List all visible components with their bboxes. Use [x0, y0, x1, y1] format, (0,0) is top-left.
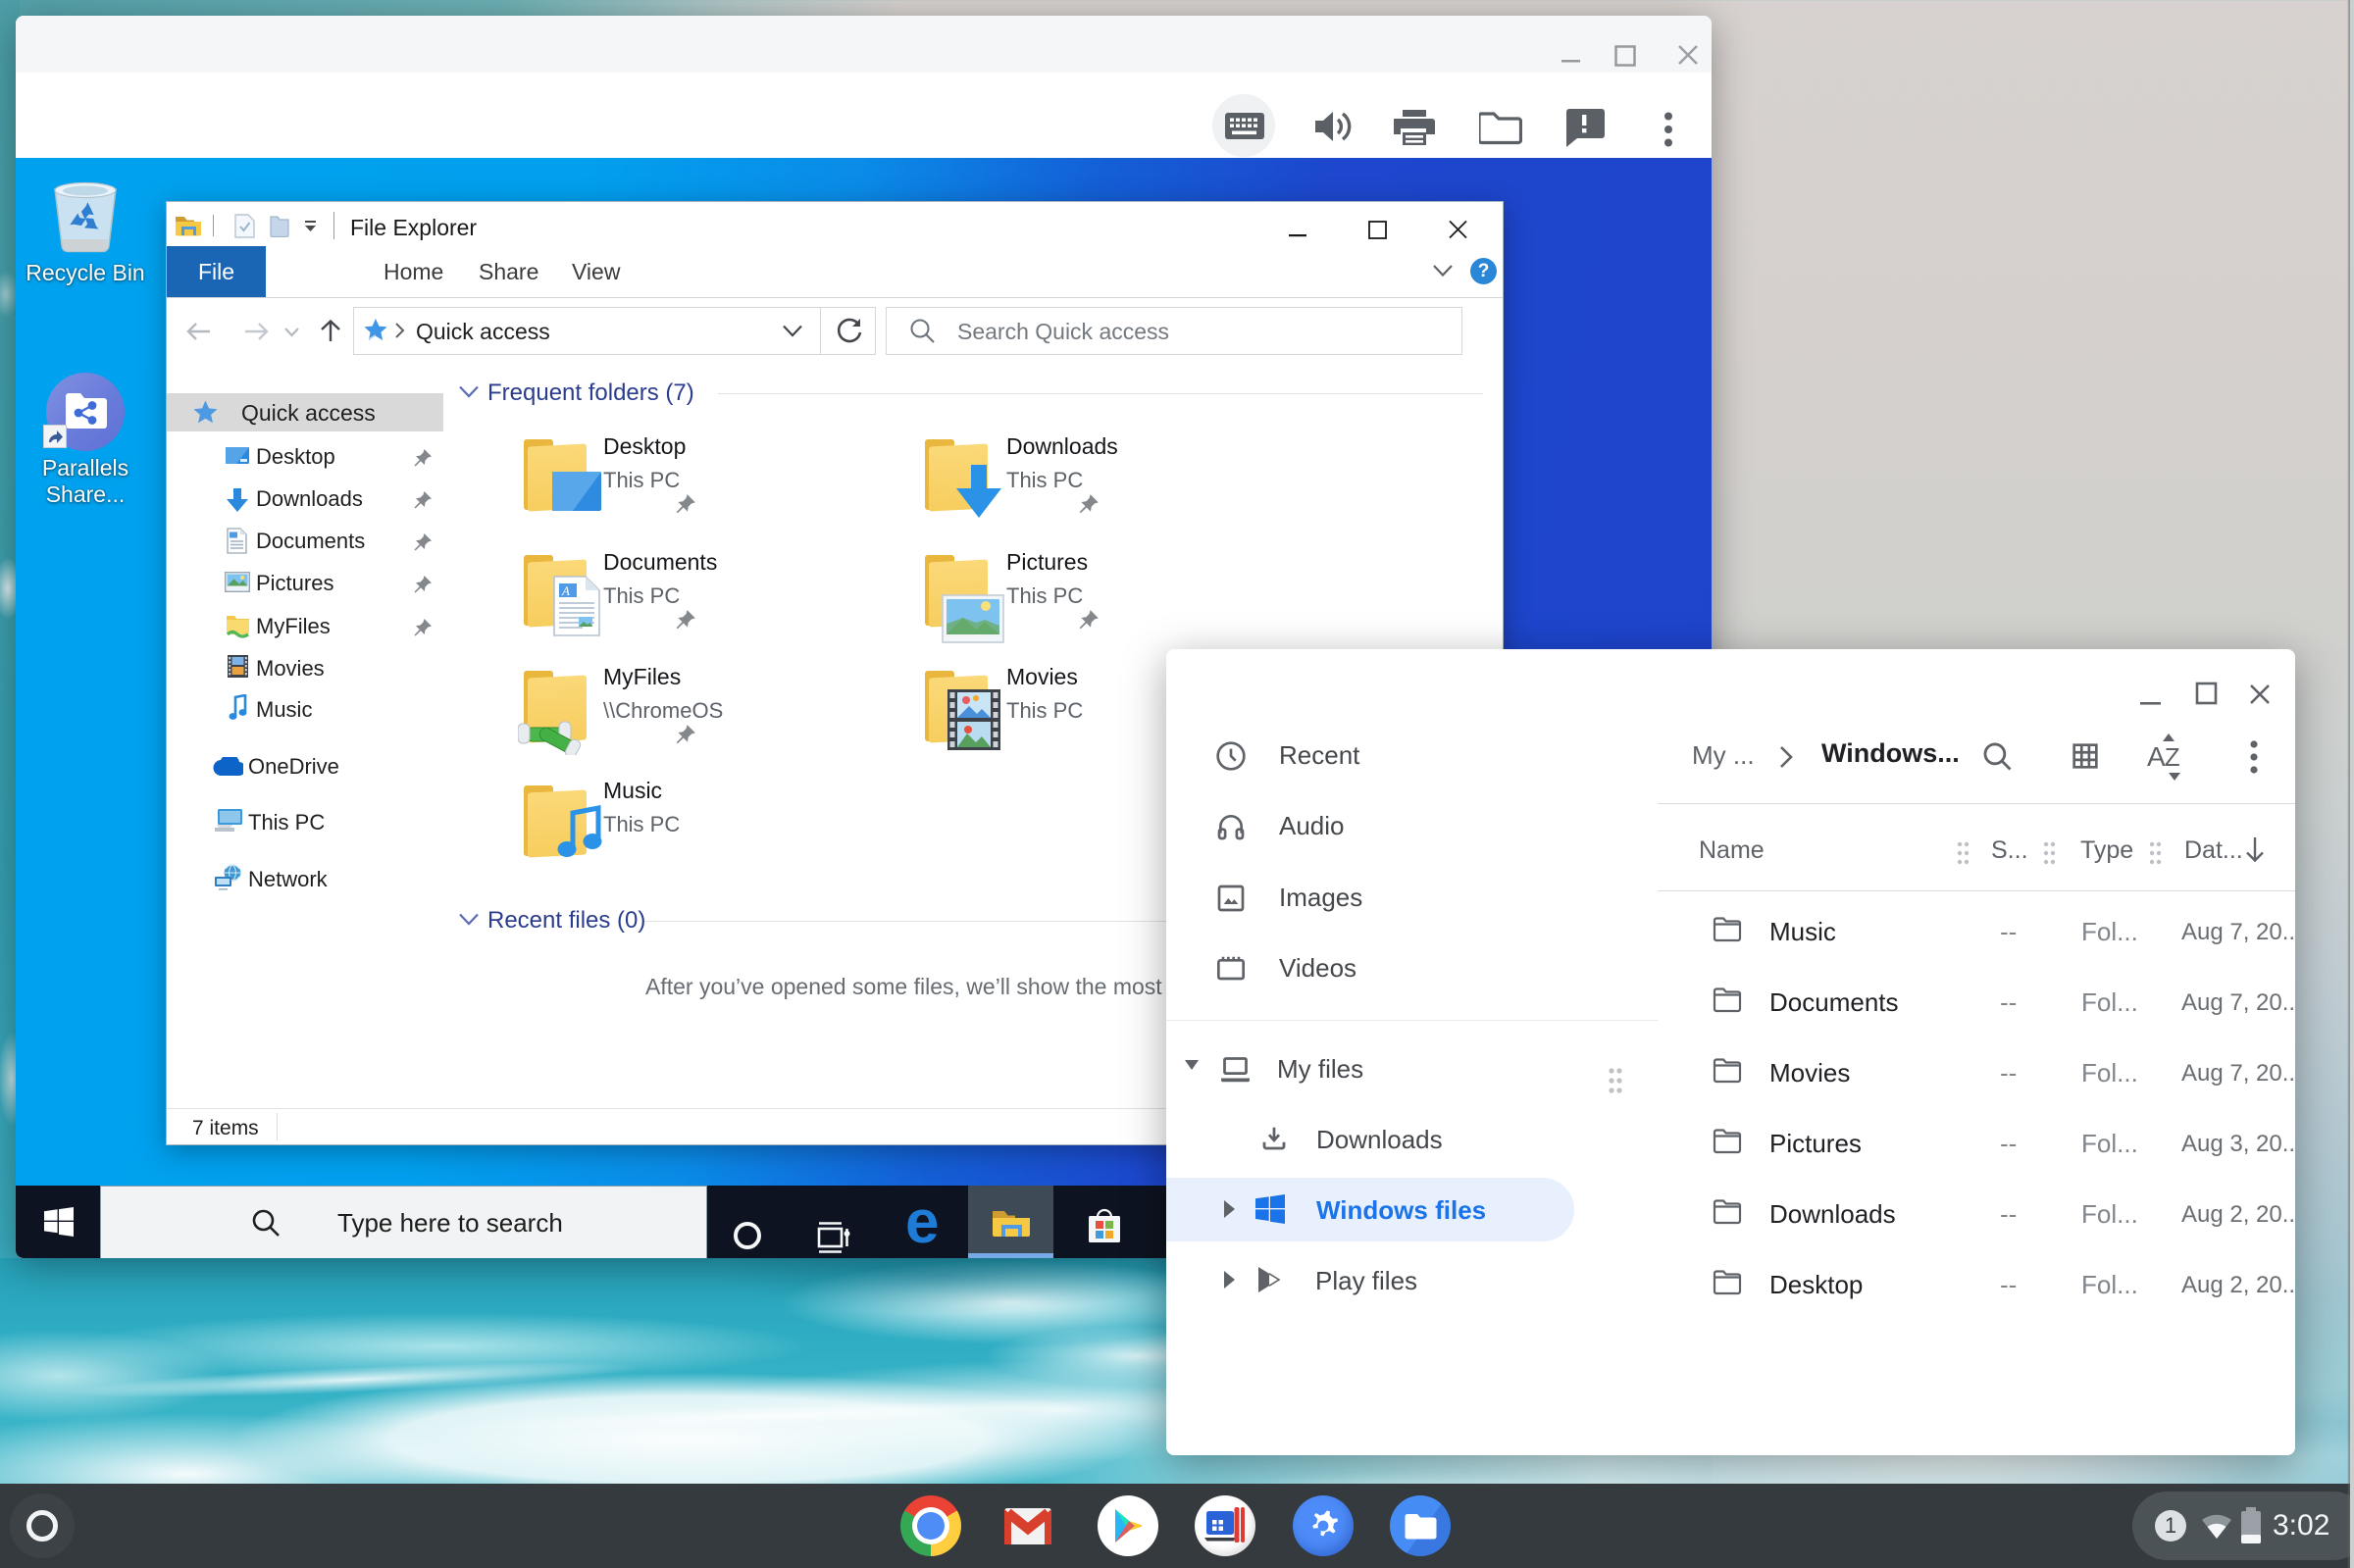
svg-text:A: A	[561, 583, 570, 598]
